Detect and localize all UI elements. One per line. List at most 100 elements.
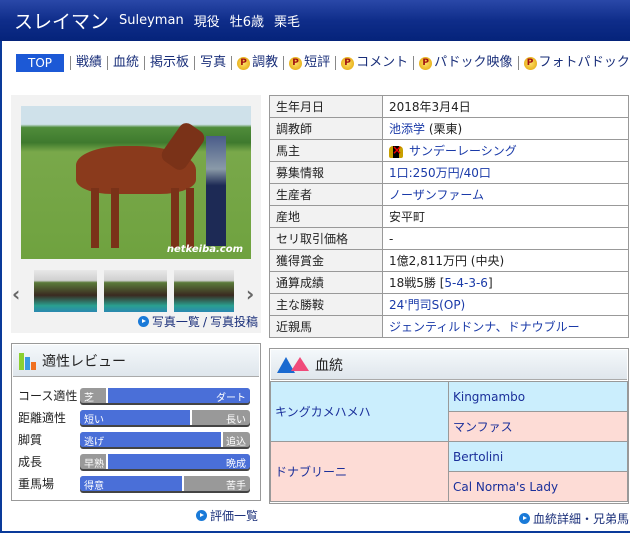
tab-label: 掲示板 (150, 55, 190, 70)
next-arrow-icon[interactable]: › (246, 282, 254, 306)
profile-table: 生年月日2018年3月4日調教師池添学 (栗東)馬主 サンデーレーシング募集情報 1… (269, 95, 629, 338)
review-label: 成長 (18, 454, 43, 469)
sire-dam-link[interactable]: マンファス (453, 420, 513, 434)
photo-list-link[interactable]: 写真一覧 (152, 313, 200, 330)
profile-link[interactable]: 池添学 (389, 122, 425, 136)
review-label: コース適性 (18, 388, 78, 403)
profile-key: 募集情報 (269, 161, 383, 184)
profile-link[interactable]: サンデーレーシング (409, 144, 517, 158)
chart-icon (19, 352, 36, 370)
review-row: 脚質 逃げ 追込 (18, 428, 260, 450)
review-bar: 得意 苦手 (80, 475, 250, 491)
profile-row: 獲得賞金 1億2,811万円 (中央) (269, 249, 629, 272)
profile-key: 主な勝鞍 (269, 293, 383, 316)
thumbnail-strip: ‹ › (11, 270, 261, 312)
tab-1[interactable]: 血統 (107, 56, 144, 70)
review-bar: 短い 長い (80, 409, 250, 425)
review-row: 距離適性 短い 長い (18, 406, 260, 428)
tab-4[interactable]: P 調教 (231, 56, 283, 70)
photo-panel: netkeiba.com ‹ › 写真一覧 / 写真投稿 (11, 95, 261, 333)
tab-label: フォトパドック (538, 55, 630, 70)
review-label: 脚質 (18, 432, 43, 447)
horse-nav: TOP 戦績血統掲示板写真P調教P短評PコメントPパドック映像Pフォトパドックみ (16, 54, 630, 72)
horse-header: スレイマン Suleyman 現役 牡6歳 栗毛 (0, 0, 630, 41)
profile-value: サンデーレーシング (382, 139, 629, 162)
horse-name-en: Suleyman (119, 13, 184, 28)
pedigree-detail-label: 血統詳細・兄弟馬 (533, 512, 630, 526)
dam-link[interactable]: ドナブリーニ (275, 465, 347, 479)
premium-icon: P (341, 56, 355, 70)
review-label: 重馬場 (18, 476, 55, 491)
profile-value: 1口:250万円/40口 (382, 161, 629, 184)
tab-top[interactable]: TOP (16, 54, 65, 72)
pedigree-title: 血統 (315, 357, 343, 374)
premium-icon: P (419, 56, 433, 70)
profile-link[interactable]: ノーザンファーム (389, 188, 484, 202)
review-bar: 早熟 晩成 (80, 453, 250, 469)
profile-value: - (382, 227, 629, 250)
tab-label: 戦績 (76, 55, 103, 70)
premium-icon: P (289, 56, 303, 70)
review-bar: 逃げ 追込 (80, 431, 250, 447)
profile-key: 近親馬 (269, 315, 383, 338)
tab-8[interactable]: P フォトパドック (517, 55, 630, 70)
tab-0[interactable]: 戦績 (70, 56, 107, 70)
horse-name: スレイマン (14, 11, 110, 33)
tab-6[interactable]: P コメント (335, 56, 413, 70)
review-label: 距離適性 (18, 410, 67, 425)
tab-label: コメント (356, 55, 409, 70)
profile-row: 調教師 池添学 (栗東) (269, 117, 629, 140)
profile-link[interactable]: 1口:250万円/40口 (389, 166, 491, 180)
tab-label: 短評 (304, 55, 331, 70)
profile-row: 産地 安平町 (269, 205, 629, 228)
tab-5[interactable]: P 短評 (283, 56, 335, 70)
play-icon (519, 513, 530, 524)
profile-key: 獲得賞金 (269, 249, 383, 272)
profile-value: 池添学 (栗東) (382, 117, 629, 140)
play-icon (137, 316, 149, 327)
profile-row: 主な勝鞍 24'門司S(OP) (269, 293, 629, 316)
record-link[interactable]: 5-4-3-6 (444, 276, 488, 290)
main-photo[interactable]: netkeiba.com (21, 106, 251, 259)
tab-label: 調教 (252, 55, 279, 70)
profile-key: 生産者 (269, 183, 383, 206)
tab-3[interactable]: 写真 (194, 56, 231, 70)
sire-sire-link[interactable]: Kingmambo (453, 390, 525, 404)
profile-row: 募集情報 1口:250万円/40口 (269, 161, 629, 184)
thumbnail[interactable] (104, 270, 167, 312)
dam-sire-link[interactable]: Bertolini (453, 450, 503, 464)
profile-value: 18戦5勝 [5-4-3-6] (382, 271, 629, 294)
play-icon (196, 510, 207, 521)
photo-post-link[interactable]: 写真投稿 (210, 313, 258, 330)
review-title: 適性レビュー (42, 353, 126, 370)
tab-label: パドック映像 (434, 55, 513, 70)
review-row: 成長 早熟 晩成 (18, 450, 260, 472)
profile-link[interactable]: ジェンティルドンナ、ドナウブルー (389, 320, 580, 334)
profile-link[interactable]: 24'門司S(OP) (389, 298, 465, 312)
tab-7[interactable]: P パドック映像 (413, 56, 517, 70)
dam-dam-link[interactable]: Cal Norma's Lady (453, 480, 558, 494)
profile-row: セリ取引価格 - (269, 227, 629, 250)
profile-value: 2018年3月4日 (382, 95, 629, 118)
profile-value: ノーザンファーム (382, 183, 629, 206)
horse-sex-age: 牡6歳 (229, 15, 264, 30)
profile-key: 生年月日 (269, 95, 383, 118)
pedigree-detail-link[interactable]: 血統詳細・兄弟馬 (519, 510, 629, 527)
sire-link[interactable]: キングカメハメハ (275, 405, 371, 419)
silks-icon (389, 143, 403, 158)
profile-value: 24'門司S(OP) (382, 293, 629, 316)
premium-icon: P (523, 56, 537, 70)
profile-key: 産地 (269, 205, 383, 228)
review-row: 重馬場 得意 苦手 (18, 472, 260, 494)
review-list-label: 評価一覧 (210, 509, 259, 523)
prev-arrow-icon[interactable]: ‹ (12, 282, 20, 306)
thumbnail[interactable] (34, 270, 97, 312)
profile-key: 調教師 (269, 117, 383, 140)
tab-label: 血統 (113, 55, 140, 70)
thumbnail[interactable] (174, 270, 234, 312)
pedigree-icon (277, 356, 309, 373)
tab-2[interactable]: 掲示板 (144, 56, 194, 70)
tab-label: 写真 (200, 55, 227, 70)
review-list-link[interactable]: 評価一覧 (196, 507, 258, 524)
profile-row: 馬主 サンデーレーシング (269, 139, 629, 162)
